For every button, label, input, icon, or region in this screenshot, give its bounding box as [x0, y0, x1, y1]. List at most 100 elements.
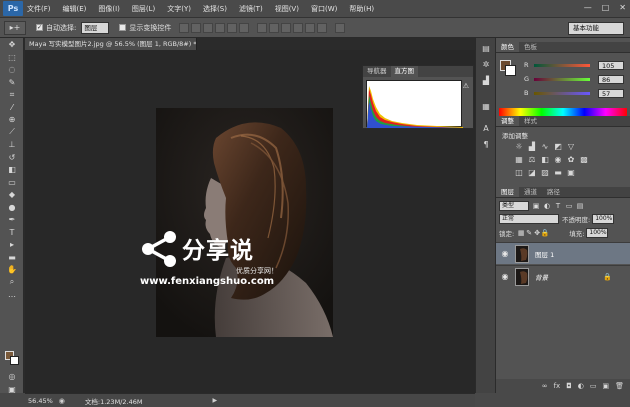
eyedropper-tool-icon[interactable]: ⁄ [3, 102, 21, 113]
tab-channels[interactable]: 通道 [519, 187, 542, 197]
auto-select-dropdown[interactable]: 图层 [81, 21, 110, 34]
menu-select[interactable]: 选择(S) [203, 4, 227, 14]
exposure-icon[interactable]: ◩ [553, 142, 563, 151]
distribute-top-icon[interactable] [257, 22, 268, 33]
history-brush-tool-icon[interactable]: ↺ [3, 152, 21, 163]
delete-layer-icon[interactable]: 🗑 [615, 382, 624, 390]
brightness-icon[interactable]: ☼ [514, 142, 524, 151]
auto-align-icon[interactable] [335, 22, 346, 33]
close-button[interactable]: ✕ [619, 3, 626, 12]
black-white-icon[interactable]: ◧ [540, 155, 550, 164]
eye-icon[interactable]: ◉ [499, 249, 511, 258]
move-tool-icon[interactable]: ✥ [3, 39, 21, 50]
distribute-middle-icon[interactable] [269, 22, 280, 33]
distribute-left-icon[interactable] [293, 22, 304, 33]
align-middle-icon[interactable] [191, 22, 202, 33]
document-image[interactable] [156, 108, 333, 337]
tab-styles[interactable]: 样式 [519, 116, 542, 126]
menu-window[interactable]: 窗口(W) [311, 4, 337, 14]
align-right-icon[interactable] [239, 22, 250, 33]
link-layers-icon[interactable]: ∞ [542, 382, 548, 390]
tab-layers[interactable]: 图层 [496, 187, 519, 197]
layer-name[interactable]: 图层 1 [535, 249, 554, 259]
blur-tool-icon[interactable]: ◆ [3, 189, 21, 200]
color-background-swatch[interactable] [505, 65, 516, 76]
tab-color[interactable]: 颜色 [496, 42, 519, 52]
hue-saturation-icon[interactable]: ▦ [514, 155, 524, 164]
menu-layer[interactable]: 图层(L) [132, 4, 155, 14]
align-top-icon[interactable] [179, 22, 190, 33]
lasso-tool-icon[interactable]: ◌ [3, 64, 21, 75]
tab-adjustments[interactable]: 调整 [496, 116, 519, 126]
filter-type-icon[interactable]: T [554, 202, 562, 210]
color-swatches[interactable] [5, 351, 19, 365]
actions-panel-icon[interactable]: ✲ [479, 58, 493, 70]
red-slider[interactable] [534, 63, 590, 67]
levels-icon[interactable]: ▟ [527, 142, 537, 151]
menu-image[interactable]: 图像(I) [98, 4, 120, 14]
lock-image-icon[interactable]: ✎ [525, 229, 533, 237]
auto-select-checkbox[interactable]: ✓ [36, 24, 43, 31]
status-info-icon[interactable]: ◉ [59, 397, 65, 405]
color-lookup-icon[interactable]: ▩ [579, 155, 589, 164]
marquee-tool-icon[interactable]: ⬚ [3, 52, 21, 63]
type-tool-icon[interactable]: T [3, 227, 21, 238]
dodge-tool-icon[interactable]: ● [3, 202, 21, 213]
color-balance-icon[interactable]: ⚖ [527, 155, 537, 164]
crop-tool-icon[interactable]: ⌗ [3, 89, 21, 100]
status-menu-arrow-icon[interactable]: ▶ [212, 397, 217, 404]
lock-transparent-icon[interactable]: ▦ [517, 229, 525, 237]
new-layer-icon[interactable]: ▣ [602, 382, 609, 390]
add-mask-icon[interactable]: ◘ [566, 382, 572, 390]
distribute-bottom-icon[interactable] [281, 22, 292, 33]
blue-value-field[interactable]: 57 [598, 88, 624, 98]
align-bottom-icon[interactable] [203, 22, 214, 33]
distribute-center-icon[interactable] [305, 22, 316, 33]
layer-style-icon[interactable]: fx [554, 382, 561, 390]
gradient-tool-icon[interactable]: ▭ [3, 177, 21, 188]
filter-pixel-icon[interactable]: ▣ [532, 202, 540, 210]
tab-paths[interactable]: 路径 [542, 187, 565, 197]
layer-row[interactable]: ◉ 背景 🔒 [496, 265, 630, 287]
layer-filter-dropdown[interactable]: 类型 [499, 200, 529, 211]
opacity-field[interactable]: 100% [592, 213, 615, 224]
channel-mixer-icon[interactable]: ✿ [566, 155, 576, 164]
invert-icon[interactable]: ◫ [514, 168, 524, 177]
green-value-field[interactable]: 86 [598, 74, 624, 84]
menu-edit[interactable]: 编辑(E) [63, 4, 87, 14]
tab-navigator[interactable]: 导航器 [363, 66, 391, 77]
minimize-button[interactable]: — [584, 3, 592, 12]
selective-color-icon[interactable]: ▣ [566, 168, 576, 177]
clone-stamp-tool-icon[interactable]: ⊥ [3, 139, 21, 150]
menu-help[interactable]: 帮助(H) [349, 4, 374, 14]
threshold-icon[interactable]: ▨ [540, 168, 550, 177]
path-select-tool-icon[interactable]: ▸ [3, 239, 21, 250]
histogram-warning-icon[interactable]: ⚠ [463, 82, 469, 90]
distribute-right-icon[interactable] [317, 22, 328, 33]
tab-swatches[interactable]: 色板 [519, 42, 542, 52]
menu-file[interactable]: 文件(F) [27, 4, 51, 14]
menu-filter[interactable]: 滤镜(T) [239, 4, 263, 14]
show-transform-checkbox[interactable] [119, 24, 127, 31]
vibrance-icon[interactable]: ▽ [566, 142, 576, 151]
history-panel-icon[interactable]: ▤ [479, 42, 493, 54]
blend-mode-dropdown[interactable]: 正常 [499, 213, 559, 224]
paragraph-panel-icon[interactable]: ¶ [479, 138, 493, 150]
new-group-icon[interactable]: ▭ [590, 382, 597, 390]
curves-icon[interactable]: ∿ [540, 142, 550, 151]
eraser-tool-icon[interactable]: ◧ [3, 164, 21, 175]
filter-shape-icon[interactable]: ▭ [565, 202, 573, 210]
quick-select-tool-icon[interactable]: ✎ [3, 77, 21, 88]
character-panel-icon[interactable]: A [479, 122, 493, 134]
zoom-tool-icon[interactable]: ⌕ [3, 277, 21, 288]
menu-view[interactable]: 视图(V) [275, 4, 299, 14]
zoom-level[interactable]: 56.45% [28, 397, 53, 405]
red-value-field[interactable]: 105 [598, 60, 624, 70]
healing-brush-tool-icon[interactable]: ⊕ [3, 114, 21, 125]
filter-smart-icon[interactable]: ▤ [576, 202, 584, 210]
histogram-panel-icon[interactable]: ▟ [479, 74, 493, 86]
align-center-icon[interactable] [227, 22, 238, 33]
layer-row[interactable]: ◉ 图层 1 [496, 242, 630, 264]
maximize-button[interactable]: □ [602, 3, 610, 12]
tab-histogram[interactable]: 直方图 [390, 66, 418, 77]
